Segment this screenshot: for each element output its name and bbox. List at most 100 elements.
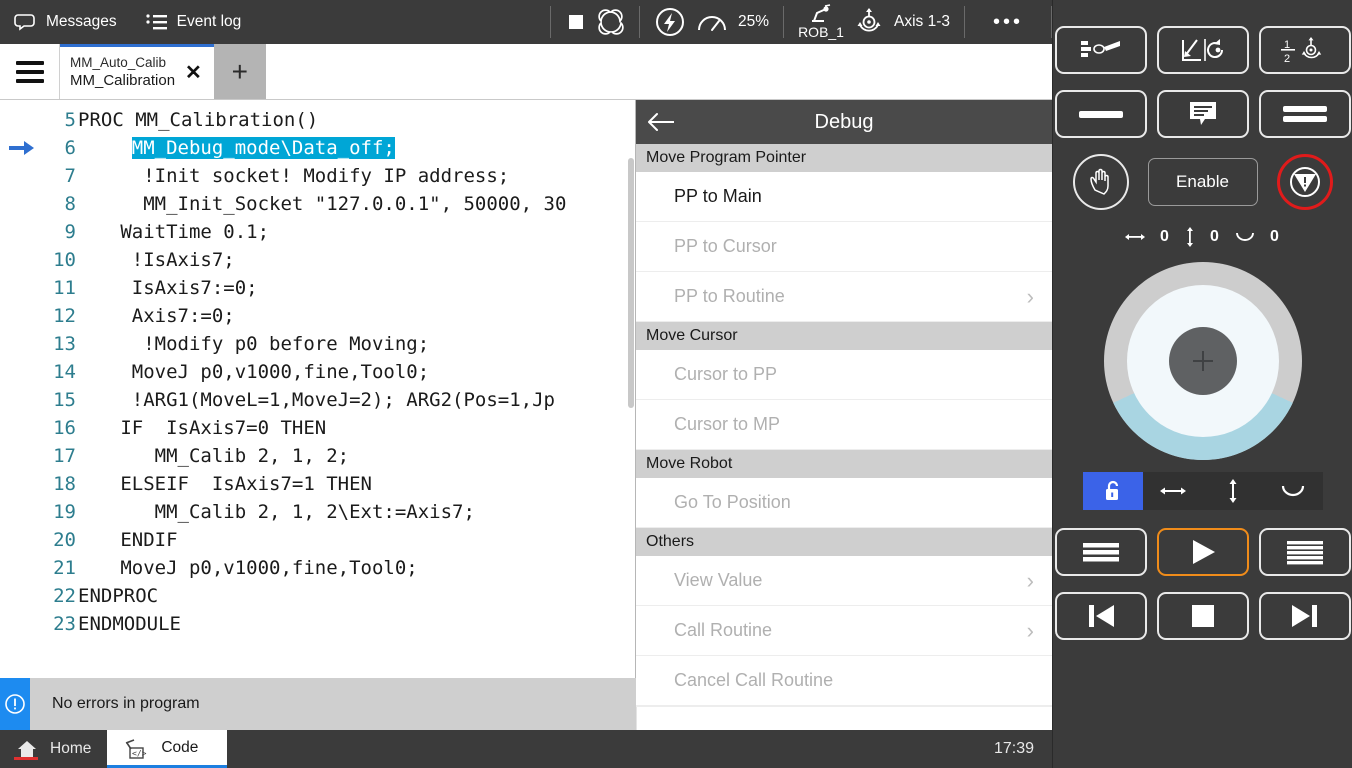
stop-icon[interactable] [1157,592,1249,640]
home-icon [16,739,38,759]
arrow-vertical-icon [1184,226,1196,248]
line-number: 9 [44,221,86,243]
code-line[interactable]: 19 MM_Calib 2, 1, 2\Ext:=Axis7; [0,498,635,526]
line-number: 13 [44,333,86,355]
jog-single-bar-icon[interactable] [1055,90,1147,138]
code-line[interactable]: 18 ELSEIF IsAxis7=1 THEN [0,470,635,498]
code-line[interactable]: 23ENDMODULE [0,610,635,638]
debug-menu-item: View Value› [636,556,1052,606]
hamburger-menu-icon[interactable] [0,44,60,99]
jog-coordinate-reset-icon[interactable] [1157,26,1249,74]
jog-speech-note-icon[interactable] [1157,90,1249,138]
code-line[interactable]: 21 MoveJ p0,v1000,fine,Tool0; [0,554,635,582]
code-line-text[interactable]: Axis7:=0; [86,305,235,327]
code-line[interactable]: 10 !IsAxis7; [0,246,635,274]
line-number: 10 [44,249,86,271]
code-line[interactable]: 12 Axis7:=0; [0,302,635,330]
code-line[interactable]: 9 WaitTime 0.1; [0,218,635,246]
document-tab[interactable]: MM_Auto_Calib MM_Calibration ✕ [60,44,214,99]
jog-joystick[interactable] [1104,262,1302,460]
step-forward-icon[interactable] [1259,592,1351,640]
unlock-icon[interactable] [1083,472,1143,510]
code-line-text[interactable]: !Init socket! Modify IP address; [86,165,509,187]
hand-tap-icon[interactable] [1073,154,1129,210]
code-line-text[interactable]: ENDMODULE [78,613,181,635]
selected-statement[interactable]: MM_Debug_mode\Data_off; [132,137,395,159]
topbar-spacer [255,0,550,44]
tab-bar: MM_Auto_Calib MM_Calibration ✕ + [0,44,1052,100]
jog-lock-row [1083,472,1323,510]
code-line[interactable]: 14 MoveJ p0,v1000,fine,Tool0; [0,358,635,386]
more-options-button[interactable]: ••• [993,12,1023,32]
code-line-text[interactable]: MM_Init_Socket "127.0.0.1", 50000, 30 [86,193,566,215]
debug-menu-item[interactable]: PP to Main [636,172,1052,222]
code-line-text[interactable]: !Modify p0 before Moving; [86,333,429,355]
messages-icon [14,10,38,34]
code-line[interactable]: 17 MM_Calib 2, 1, 2; [0,442,635,470]
code-line-text[interactable]: MM_Debug_mode\Data_off; [86,137,395,159]
event-log-button[interactable]: Event log [145,12,242,32]
tab-routine-name: MM_Calibration [70,72,175,91]
messages-label: Messages [46,13,117,31]
debug-section-header: Move Robot [636,450,1052,478]
code-line-text[interactable]: !ARG1(MoveL=1,MoveJ=2); ARG2(Pos=1,Jp [86,389,555,411]
enable-button[interactable]: Enable [1148,158,1258,206]
code-editor[interactable]: 5PROC MM_Calibration()6 MM_Debug_mode\Da… [0,100,636,678]
code-line[interactable]: 20 ENDIF [0,526,635,554]
code-line-text[interactable]: WaitTime 0.1; [86,221,269,243]
code-line-text[interactable]: ENDPROC [78,585,158,607]
robot-selector[interactable]: ROB_1 [798,4,844,40]
code-line-text[interactable]: MoveJ p0,v1000,fine,Tool0; [86,557,418,579]
taskbar-spacer [227,730,994,768]
taskbar-code-button[interactable]: </> Code [107,730,227,768]
code-line[interactable]: 6 MM_Debug_mode\Data_off; [0,134,635,162]
new-tab-button[interactable]: + [214,44,266,99]
code-line[interactable]: 16 IF IsAxis7=0 THEN [0,414,635,442]
stop-square-icon[interactable] [565,11,587,33]
code-line[interactable]: 13 !Modify p0 before Moving; [0,330,635,358]
code-line-text[interactable]: !IsAxis7; [86,249,235,271]
code-line[interactable]: 11 IsAxis7:=0; [0,274,635,302]
code-line[interactable]: 7 !Init socket! Modify IP address; [0,162,635,190]
jog-increment-half-icon[interactable]: 1 2 [1259,26,1351,74]
play-icon[interactable] [1157,528,1249,576]
taskbar-home-button[interactable]: Home [0,730,107,768]
editor-scrollbar-thumb[interactable] [628,158,634,408]
code-line-text[interactable]: PROC MM_Calibration() [78,109,318,131]
close-icon[interactable]: ✕ [181,63,206,83]
axis-rotate-icon[interactable] [854,7,884,37]
code-line-text[interactable]: IsAxis7:=0; [86,277,258,299]
lock-axis-horizontal-icon[interactable] [1143,472,1203,510]
messages-button[interactable]: Messages [14,10,117,34]
emergency-stop-icon[interactable] [1277,154,1333,210]
step-list-3-icon[interactable] [1055,528,1147,576]
code-line-text[interactable]: MM_Calib 2, 1, 2\Ext:=Axis7; [86,501,475,523]
back-arrow-icon[interactable] [636,111,686,133]
editor-scrollbar-track[interactable] [627,100,635,678]
robot-axis-group: ROB_1 Axis 1-3 [784,0,964,44]
debug-panel: Debug Move Program PointerPP to MainPP t… [636,100,1052,678]
motors-cycle-icon[interactable] [597,8,625,36]
code-line[interactable]: 15 !ARG1(MoveL=1,MoveJ=2); ARG2(Pos=1,Jp [0,386,635,414]
step-backward-icon[interactable] [1055,592,1147,640]
lock-axis-vertical-icon[interactable] [1203,472,1263,510]
code-line-text[interactable]: MoveJ p0,v1000,fine,Tool0; [86,361,429,383]
joystick-hub[interactable] [1169,327,1237,395]
code-line-text[interactable]: MM_Calib 2, 1, 2; [86,445,349,467]
jog-double-bar-icon[interactable] [1259,90,1351,138]
step-list-5-icon[interactable] [1259,528,1351,576]
top-status-bar: Messages Event log [0,0,1052,44]
program-control-row-2 [1055,592,1351,640]
code-line[interactable]: 5PROC MM_Calibration() [0,106,635,134]
power-bolt-icon[interactable] [654,6,686,38]
debug-menu-item-label: PP to Routine [674,286,785,307]
code-line[interactable]: 8 MM_Init_Socket "127.0.0.1", 50000, 30 [0,190,635,218]
code-line-text[interactable]: ENDIF [86,529,178,551]
code-line[interactable]: 22ENDPROC [0,582,635,610]
jog-load-tool-icon[interactable] [1055,26,1147,74]
code-line-text[interactable]: ELSEIF IsAxis7=1 THEN [86,473,372,495]
debug-list-filler [636,706,1052,707]
code-line-text[interactable]: IF IsAxis7=0 THEN [86,417,326,439]
speed-gauge-icon[interactable] [696,9,728,35]
lock-axis-rotate-icon[interactable] [1263,472,1323,510]
